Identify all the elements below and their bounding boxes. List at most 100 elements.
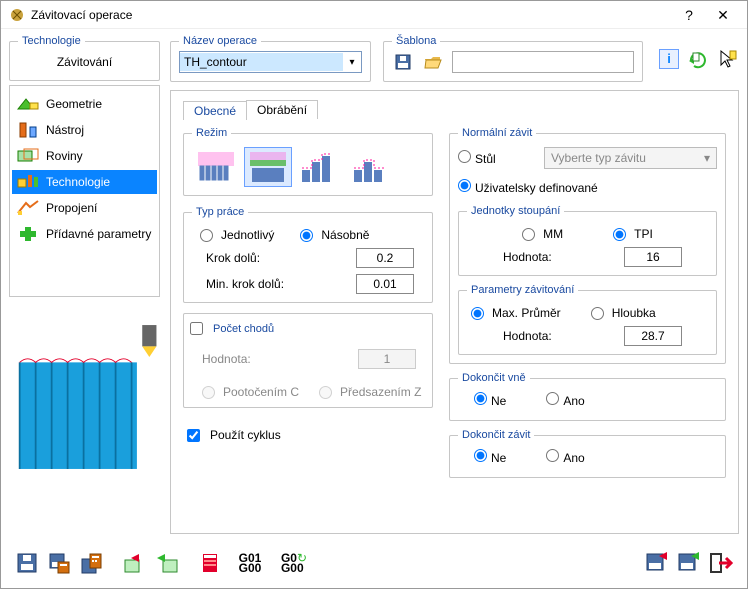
tree-item-technology[interactable]: Technologie bbox=[12, 170, 157, 194]
mode-legend: Režim bbox=[192, 127, 231, 139]
footer-apply[interactable] bbox=[675, 549, 703, 577]
left-column: Technologie Závitování Geometrie Nástroj… bbox=[9, 35, 160, 534]
book-icon bbox=[201, 552, 221, 574]
save-exit-icon bbox=[645, 552, 669, 574]
opname-input[interactable] bbox=[180, 53, 343, 71]
footer-toolbar: G01G00 G0↻G00 bbox=[1, 538, 747, 588]
starts-legend: Počet chodů bbox=[213, 323, 274, 335]
refresh-icon bbox=[688, 49, 708, 69]
worktype-legend: Typ práce bbox=[192, 206, 248, 218]
tab-machining[interactable]: Obrábění bbox=[246, 100, 318, 119]
footer-calc[interactable] bbox=[77, 549, 105, 577]
footer-import-1[interactable] bbox=[153, 549, 181, 577]
apply-icon bbox=[677, 552, 701, 574]
tree-label: Technologie bbox=[46, 175, 110, 189]
nav-tree: Geometrie Nástroj Roviny Technologie Pro… bbox=[9, 85, 160, 297]
pointer-icon bbox=[718, 49, 738, 69]
plus-icon bbox=[16, 225, 40, 243]
finish-out-group: Dokončit vně Ne Ano bbox=[449, 372, 726, 421]
minstep-label: Min. krok dolů: bbox=[206, 277, 284, 291]
tool-icon bbox=[16, 121, 40, 139]
pitch-units-group: Jednotky stoupání MM TPI Hodnota: bbox=[458, 205, 717, 276]
tab-general[interactable]: Obecné bbox=[183, 101, 247, 120]
radio-table[interactable]: Stůl bbox=[458, 150, 538, 166]
footer-export-1[interactable] bbox=[121, 549, 149, 577]
save-template-button[interactable] bbox=[392, 51, 414, 73]
param-value-input[interactable] bbox=[624, 326, 682, 346]
radio-depth[interactable]: Hloubka bbox=[591, 306, 656, 320]
tree-item-tool[interactable]: Nástroj bbox=[12, 118, 157, 142]
template-group: Šablona bbox=[383, 35, 643, 82]
refresh-button[interactable] bbox=[687, 48, 709, 70]
footer-save-calc[interactable] bbox=[45, 549, 73, 577]
thread-type-select: Vyberte typ závitu▾ bbox=[544, 147, 717, 169]
app-icon bbox=[9, 7, 25, 23]
mode-option-2[interactable] bbox=[244, 147, 292, 187]
thread-params-group: Parametry závitování Max. Průměr Hloubka… bbox=[458, 284, 717, 355]
tree-label: Propojení bbox=[46, 201, 97, 215]
finish-out-yes[interactable]: Ano bbox=[546, 392, 584, 408]
footer-save-exit[interactable] bbox=[643, 549, 671, 577]
radio-offz: Předsazením Z bbox=[319, 385, 421, 399]
help-button[interactable]: ? bbox=[673, 4, 705, 26]
normal-thread-legend: Normální závit bbox=[458, 127, 536, 139]
radio-rotc: Pootočením C bbox=[202, 385, 299, 399]
template-name-field[interactable] bbox=[452, 51, 634, 73]
opname-legend: Název operace bbox=[179, 35, 261, 47]
footer-book[interactable] bbox=[197, 549, 225, 577]
technology-legend: Technologie bbox=[18, 35, 85, 47]
chevron-down-icon[interactable]: ▾ bbox=[343, 57, 361, 68]
footer-exit[interactable] bbox=[707, 549, 735, 577]
starts-checkbox[interactable] bbox=[190, 322, 203, 335]
open-template-button[interactable] bbox=[422, 51, 444, 73]
mode-option-4[interactable] bbox=[348, 147, 396, 187]
param-value-label: Hodnota: bbox=[503, 329, 552, 343]
mode-option-1[interactable] bbox=[192, 147, 240, 187]
pitch-value-input[interactable] bbox=[624, 247, 682, 267]
exit-icon bbox=[709, 552, 733, 574]
save-icon bbox=[16, 552, 38, 574]
tree-item-link[interactable]: Propojení bbox=[12, 196, 157, 220]
starts-value-input bbox=[358, 349, 416, 369]
titlebar: Závitovací operace ? ✕ bbox=[1, 1, 747, 29]
stepdown-input[interactable] bbox=[356, 248, 414, 268]
use-cycle-check[interactable]: Použít cyklus bbox=[187, 428, 433, 442]
mode-group: Režim bbox=[183, 127, 433, 196]
radio-single[interactable]: Jednotlivý bbox=[200, 228, 274, 242]
footer-gcode-2[interactable]: G0↻G00 bbox=[273, 549, 313, 577]
footer-gcode-1[interactable]: G01G00 bbox=[229, 549, 269, 577]
tree-item-extra[interactable]: Přídavné parametry bbox=[12, 222, 157, 246]
radio-tpi[interactable]: TPI bbox=[613, 227, 653, 241]
pitch-value-label: Hodnota: bbox=[503, 250, 552, 264]
tree-item-planes[interactable]: Roviny bbox=[12, 144, 157, 168]
tree-label: Geometrie bbox=[46, 97, 102, 111]
radio-mm[interactable]: MM bbox=[522, 227, 563, 241]
info-button[interactable]: i bbox=[659, 49, 679, 69]
finish-out-legend: Dokončit vně bbox=[458, 372, 530, 384]
save-calc-icon bbox=[48, 552, 70, 574]
technology-group: Technologie Závitování bbox=[9, 35, 160, 81]
finish-thread-group: Dokončit závit Ne Ano bbox=[449, 429, 726, 478]
opname-combo[interactable]: ▾ bbox=[179, 51, 362, 73]
tree-label: Nástroj bbox=[46, 123, 84, 137]
preview-image bbox=[9, 315, 160, 495]
finish-out-no[interactable]: Ne bbox=[474, 392, 506, 408]
radio-multi[interactable]: Násobně bbox=[300, 228, 369, 242]
mode-option-3[interactable] bbox=[296, 147, 344, 187]
minstep-input[interactable] bbox=[356, 274, 414, 294]
folder-open-icon bbox=[424, 54, 442, 70]
pitch-units-legend: Jednotky stoupání bbox=[467, 205, 564, 217]
footer-save-1[interactable] bbox=[13, 549, 41, 577]
pick-pointer-button[interactable] bbox=[717, 48, 739, 70]
radio-userdef[interactable]: Uživatelsky definované bbox=[458, 179, 598, 195]
starts-value-label: Hodnota: bbox=[202, 352, 251, 366]
main-panel: Obecné Obrábění Režim bbox=[170, 90, 739, 534]
finish-thread-yes[interactable]: Ano bbox=[546, 449, 584, 465]
technology-icon bbox=[16, 173, 40, 191]
radio-maxdia[interactable]: Max. Průměr bbox=[471, 306, 561, 320]
calc-icon bbox=[80, 552, 102, 574]
tree-item-geometry[interactable]: Geometrie bbox=[12, 92, 157, 116]
finish-thread-no[interactable]: Ne bbox=[474, 449, 506, 465]
window-title: Závitovací operace bbox=[31, 8, 671, 22]
close-button[interactable]: ✕ bbox=[707, 4, 739, 26]
